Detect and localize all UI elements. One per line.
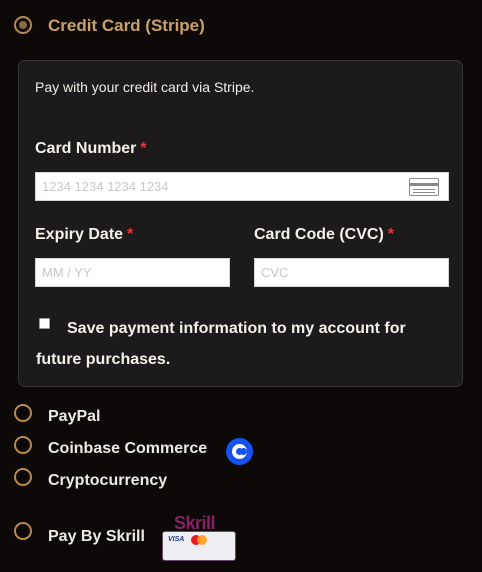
paypal-radio[interactable]	[14, 404, 32, 422]
required-mark: *	[140, 140, 147, 157]
skrill-label[interactable]: Pay By Skrill	[48, 528, 145, 546]
skrill-logo-icon: Skrill VISA	[162, 513, 236, 563]
card-number-label: Card Number *	[35, 140, 147, 158]
save-payment-label[interactable]: Save payment information to my account f…	[36, 313, 451, 375]
card-number-input[interactable]: 1234 1234 1234 1234	[35, 172, 449, 201]
visa-logo-icon: VISA	[168, 536, 185, 543]
coinbase-label[interactable]: Coinbase Commerce	[48, 440, 207, 458]
payment-methods: Credit Card (Stripe) Pay with your credi…	[0, 0, 482, 572]
card-number-label-text: Card Number	[35, 140, 137, 157]
credit-card-radio[interactable]	[14, 16, 32, 34]
cvc-label-text: Card Code (CVC)	[254, 226, 384, 243]
card-number-placeholder: 1234 1234 1234 1234	[42, 179, 169, 194]
cvc-input[interactable]: CVC	[254, 258, 449, 287]
cryptocurrency-radio[interactable]	[14, 468, 32, 486]
cvc-label: Card Code (CVC) *	[254, 226, 394, 244]
cvc-placeholder: CVC	[261, 265, 289, 280]
paypal-label[interactable]: PayPal	[48, 408, 100, 426]
stripe-description: Pay with your credit card via Stripe.	[35, 79, 255, 95]
stripe-card-panel: Pay with your credit card via Stripe. Ca…	[18, 60, 463, 387]
credit-card-label[interactable]: Credit Card (Stripe)	[48, 16, 205, 36]
expiry-date-input[interactable]: MM / YY	[35, 258, 230, 287]
skrill-card-logos: VISA	[162, 531, 236, 561]
required-mark: *	[387, 226, 395, 243]
coinbase-radio[interactable]	[14, 436, 32, 454]
cryptocurrency-label[interactable]: Cryptocurrency	[48, 472, 167, 490]
mastercard-logo-icon-overlap	[197, 535, 207, 545]
expiry-date-placeholder: MM / YY	[42, 265, 92, 280]
expiry-date-label-text: Expiry Date	[35, 226, 124, 243]
skrill-radio[interactable]	[14, 522, 32, 540]
required-mark: *	[127, 226, 134, 243]
credit-card-icon	[409, 178, 439, 196]
coinbase-logo-icon	[226, 438, 253, 465]
expiry-date-label: Expiry Date *	[35, 226, 133, 244]
